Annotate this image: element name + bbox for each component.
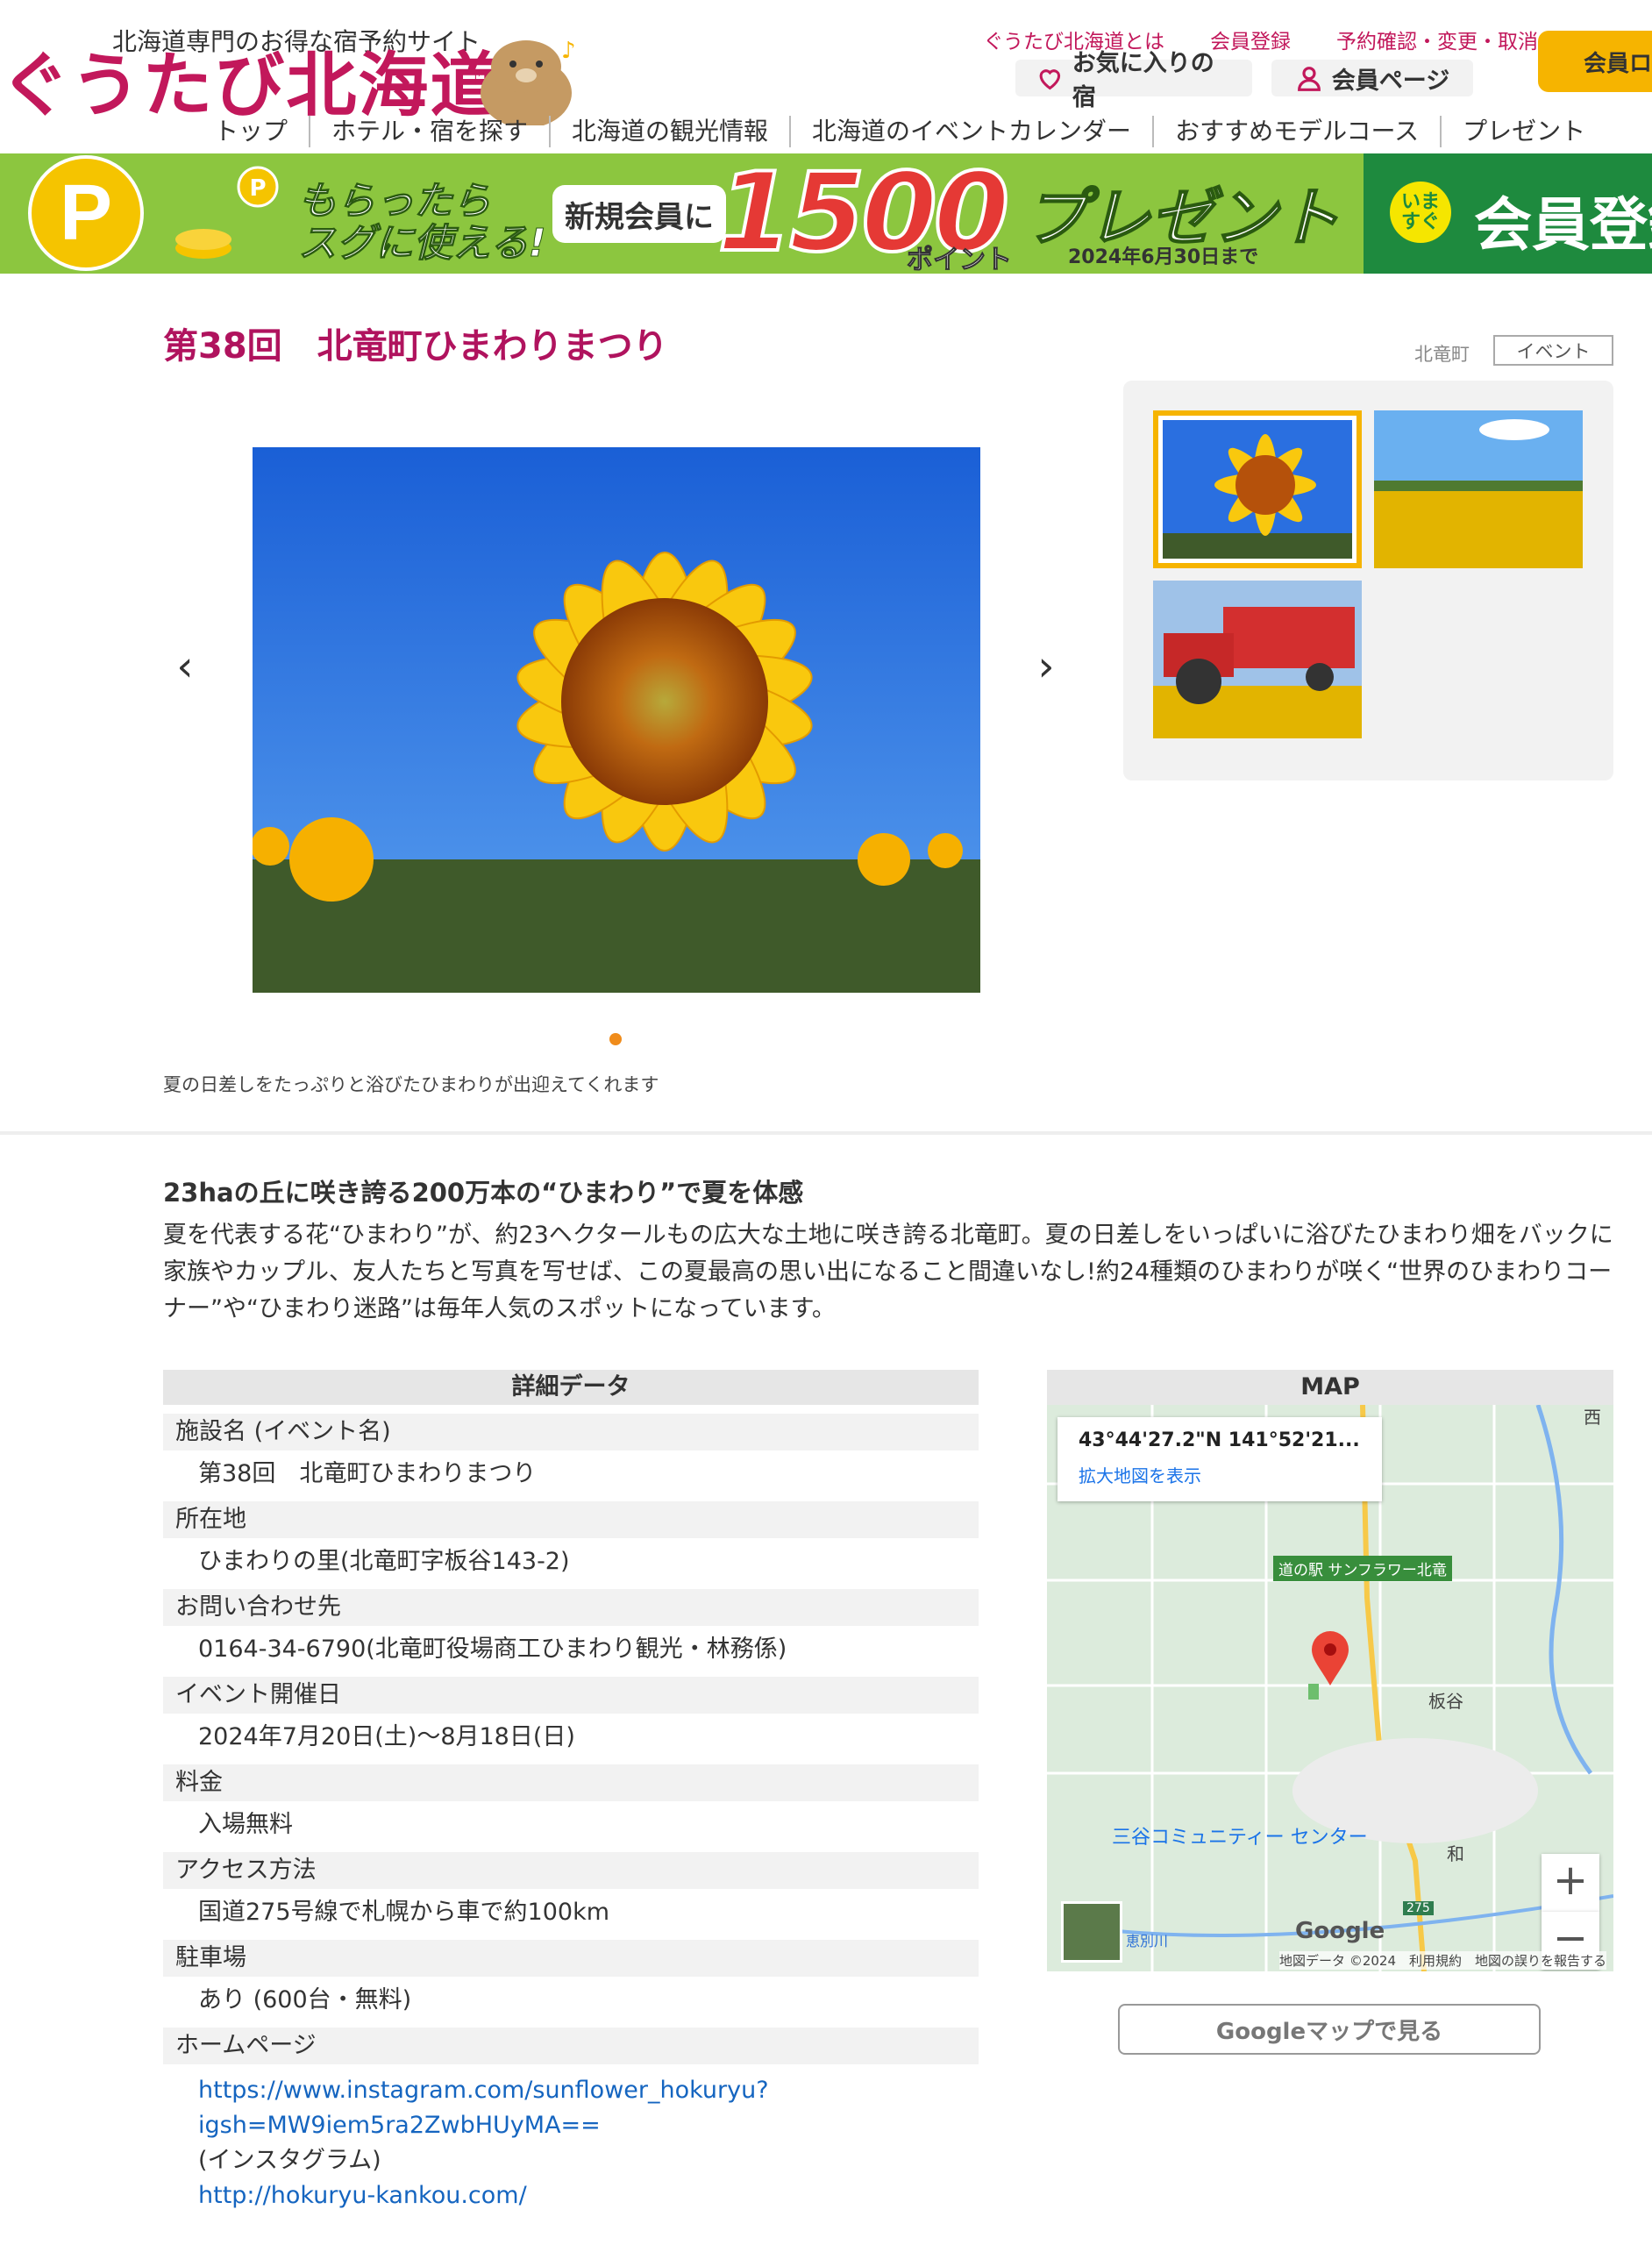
detail-label-name: 施設名 (イベント名) <box>163 1414 979 1450</box>
thumbnail-3[interactable] <box>1153 581 1362 738</box>
detail-label-fee: 料金 <box>163 1764 979 1801</box>
details-heading: 詳細データ <box>163 1370 979 1405</box>
thumbnail-panel <box>1123 381 1613 780</box>
event-category-tag: イベント <box>1493 335 1613 366</box>
banner-register: 会員登録 <box>1474 191 1652 259</box>
map-route-shield: 275 <box>1403 1901 1434 1915</box>
thumbnail-tractor-ride <box>1153 581 1362 738</box>
site-header: 北海道専門のお得な宿予約サイト ぐうたび北海道 ♪ ♪ ぐうたび北海道とは 会員… <box>0 0 1652 153</box>
slider-next-button[interactable]: › <box>1024 642 1068 691</box>
mascot-icon: ♪ ♪ <box>474 38 576 125</box>
link-reservation[interactable]: 予約確認・変更・取消 <box>1336 25 1538 54</box>
svg-text:P: P <box>249 175 266 202</box>
detail-label-dates: イベント開催日 <box>163 1677 979 1714</box>
nav-event-calendar[interactable]: 北海道のイベントカレンダー <box>789 116 1152 147</box>
points-coin-icon: P <box>28 155 144 271</box>
detail-label-contact: お問い合わせ先 <box>163 1589 979 1626</box>
detail-value-access: 国道275号線で札幌から車で約100km <box>198 1899 610 1926</box>
slider-dot-active[interactable] <box>609 1033 622 1045</box>
detail-label-access: アクセス方法 <box>163 1852 979 1889</box>
map-station-label[interactable]: 道の駅 サンフラワー北竜 <box>1273 1556 1452 1581</box>
detail-value-address: ひまわりの里(北竜町字板谷143-2) <box>198 1548 570 1575</box>
banner-now-badge: いま すぐ <box>1390 182 1451 243</box>
event-area: 北竜町 <box>1414 344 1470 365</box>
nav-hotels[interactable]: ホテル・宿を探す <box>309 116 549 147</box>
banner-deadline: 2024年6月30日まで <box>1068 246 1259 268</box>
favorites-label: お気に入りの宿 <box>1072 50 1214 111</box>
details-table: 詳細データ 施設名 (イベント名) 第38回 北竜町ひまわりまつり 所在地 ひま… <box>163 1370 979 2213</box>
logo-text: ぐうたび北海道 <box>0 45 502 126</box>
google-map[interactable]: 43°44'27.2"N 141°52'21... 拡大地図を表示 道の駅 サン… <box>1047 1405 1613 1971</box>
thumbnail-sunflower-field <box>1374 410 1583 568</box>
header-links: ぐうたび北海道とは 会員登録 予約確認・変更・取消 <box>983 25 1538 54</box>
user-icon <box>1297 67 1321 91</box>
map-info-card: 43°44'27.2"N 141°52'21... 拡大地図を表示 <box>1057 1417 1382 1501</box>
photo-slider: ‹ › <box>163 412 1075 1105</box>
banner-line2: スグに使える! <box>298 221 547 267</box>
event-title: 第38回 北竜町ひまわりまつり <box>163 326 668 367</box>
map-google-logo: Google <box>1295 1918 1385 1944</box>
nav-model-course[interactable]: おすすめモデルコース <box>1152 116 1440 147</box>
map-coordinates: 43°44'27.2"N 141°52'21... <box>1079 1429 1360 1451</box>
global-nav: トップ ホテル・宿を探す 北海道の観光情報 北海道のイベントカレンダー おすすめ… <box>193 116 1606 147</box>
heart-icon <box>1039 69 1061 90</box>
svg-text:P: P <box>60 169 112 257</box>
map-label-nishi: 西 <box>1584 1407 1601 1428</box>
login-button[interactable]: 会員ログイン <box>1538 31 1652 92</box>
map-label-itaya: 板谷 <box>1428 1691 1463 1712</box>
svg-text:♪: ♪ <box>561 38 576 64</box>
event-description: 夏を代表する花“ひまわり”が、約23ヘクタールもの広大な土地に咲き誇る北竜町。夏… <box>163 1222 1613 1322</box>
homepage-link-instagram-line2[interactable]: igsh=MW9iem5ra2ZwbHUyMA== <box>163 2108 979 2143</box>
map-attribution: 地図データ ©2024 利用規約 地図の誤りを報告する <box>1279 1951 1606 1970</box>
main-photo-sunflower <box>253 447 980 993</box>
thumbnail-1[interactable] <box>1153 410 1362 568</box>
favorites-button[interactable]: お気に入りの宿 <box>1015 50 1252 111</box>
nav-top[interactable]: トップ <box>193 116 309 147</box>
nav-sightseeing[interactable]: 北海道の観光情報 <box>549 116 789 147</box>
detail-value-name: 第38回 北竜町ひまわりまつり <box>198 1460 537 1487</box>
event-lead: 23haの丘に咲き誇る200万本の“ひまわり”で夏を体感 <box>163 1178 804 1208</box>
map-section: MAP 43°44'27.2"N 141°52'21... 拡大地図を表示 道の… <box>1047 1370 1613 1971</box>
homepage-link-instagram-line1[interactable]: https://www.instagram.com/sunflower_hoku… <box>163 2073 979 2108</box>
svg-text:♪: ♪ <box>474 68 481 89</box>
homepage-note: (インスタグラム) <box>198 2147 381 2174</box>
nav-present[interactable]: プレゼント <box>1440 116 1606 147</box>
campaign-banner[interactable]: P P もらったら スグに使える! 新規会員に 1500 ポイント プレゼント … <box>0 153 1652 274</box>
map-satellite-toggle[interactable] <box>1061 1901 1122 1963</box>
map-heading: MAP <box>1047 1370 1613 1405</box>
map-zoom-in-button[interactable]: + <box>1542 1854 1599 1912</box>
banner-register-area[interactable]: いま すぐ 会員登録 <box>1364 153 1652 274</box>
open-google-maps-button[interactable]: Googleマップで見る <box>1118 2004 1541 2055</box>
detail-label-address: 所在地 <box>163 1501 979 1538</box>
member-page-button[interactable]: 会員ページ <box>1271 60 1473 96</box>
detail-value-contact: 0164-34-6790(北竜町役場商工ひまわり観光・林務係) <box>198 1636 787 1663</box>
map-label-river: 恵別川 <box>1126 1933 1169 1949</box>
banner-unit: ポイント <box>907 245 1013 274</box>
map-poi-community-center[interactable]: 三谷コミュニティー センター <box>1112 1828 1368 1848</box>
banner-new-member: 新規会員に <box>552 185 726 243</box>
detail-value-dates: 2024年7月20日(土)～8月18日(日) <box>198 1723 575 1750</box>
thumbnail-sunflower-closeup <box>1153 410 1362 568</box>
detail-label-parking: 駐車場 <box>163 1940 979 1977</box>
map-label-wa: 和 <box>1447 1843 1464 1864</box>
detail-value-parking: あり (600台・無料) <box>198 1986 412 2013</box>
detail-label-homepage: ホームページ <box>163 2028 979 2064</box>
section-divider <box>0 1131 1652 1135</box>
small-coins-icon: P <box>175 166 279 259</box>
detail-value-fee: 入場無料 <box>198 1811 293 1838</box>
map-pin-icon[interactable] <box>1310 1631 1350 1686</box>
site-logo[interactable]: 北海道専門のお得な宿予約サイト ぐうたび北海道 ♪ ♪ <box>0 16 614 126</box>
thumbnail-2[interactable] <box>1374 410 1583 568</box>
map-enlarge-link[interactable]: 拡大地図を表示 <box>1079 1462 1361 1487</box>
member-page-label: 会員ページ <box>1331 67 1450 95</box>
homepage-link-official[interactable]: http://hokuryu-kankou.com/ <box>163 2178 979 2213</box>
photo-caption: 夏の日差しをたっぷりと浴びたひまわりが出迎えてくれます <box>163 1074 659 1095</box>
slider-prev-button[interactable]: ‹ <box>163 642 207 691</box>
